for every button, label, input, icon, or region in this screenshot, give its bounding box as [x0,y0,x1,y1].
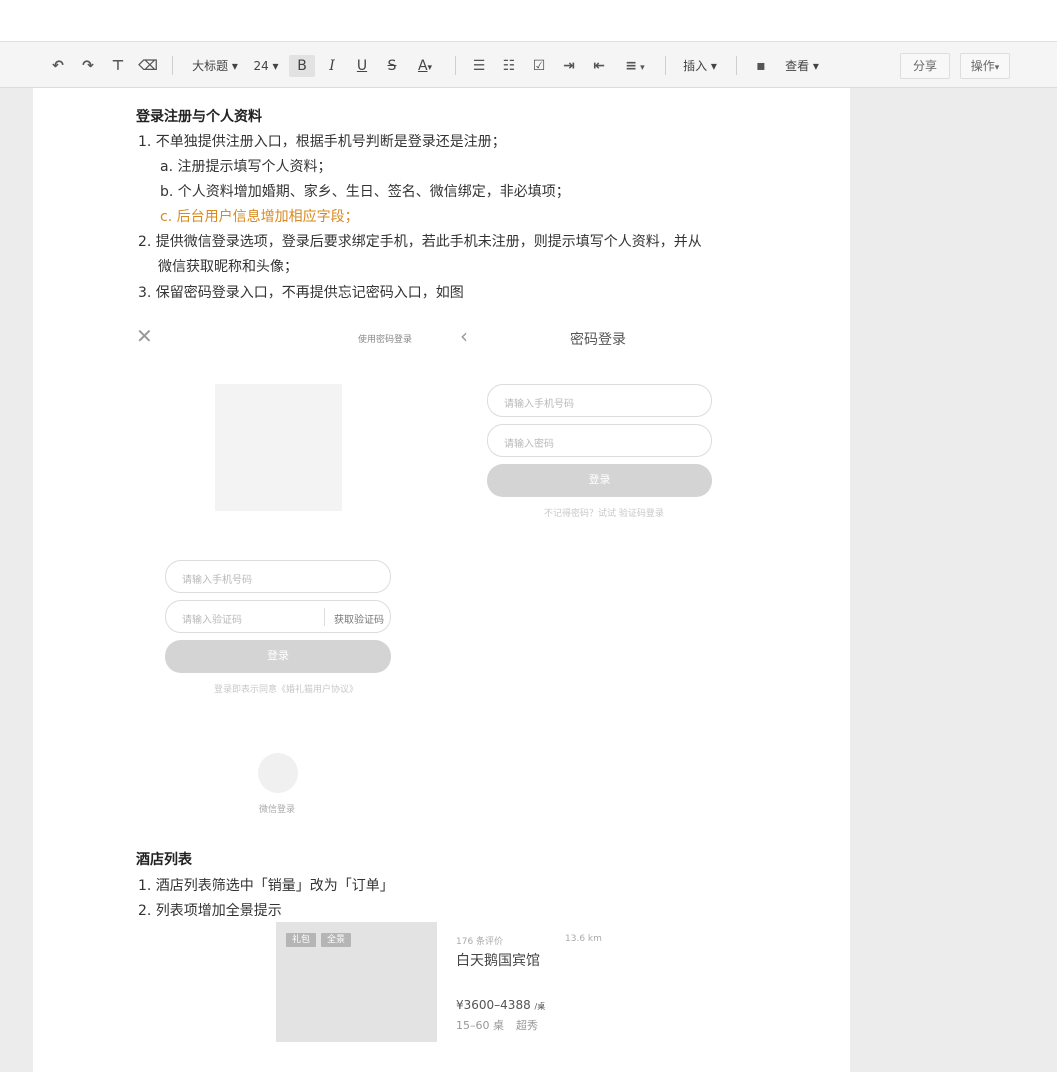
editor-toolbar: ↶ ↷ ⊤ ⌫ 大标题 ▾ 24 ▾ B I U S A▾ ☰ ☷ ☑ ⇥ ⇤ … [0,42,1057,88]
get-code-button: 获取验证码 [334,615,384,626]
font-color-button[interactable]: A▾ [410,55,440,77]
strikethrough-button[interactable]: S [380,55,404,77]
font-size-select[interactable]: 24 ▾ [250,55,282,77]
toolbar-divider [665,56,666,75]
undo-icon[interactable]: ↶ [48,55,68,77]
view-menu[interactable]: 查看 ▾ [780,55,824,77]
list-item: 3. 保留密码登录入口，不再提供忘记密码入口，如图 [138,285,464,301]
align-icon[interactable]: ≡ ▾ [618,55,652,77]
agreement-text: 登录即表示同意《婚礼猫用户协议》 [214,685,359,695]
list-item: 1. 不单独提供注册入口，根据手机号判断是登录还是注册； [138,134,506,150]
review-count: 176 条评价 [456,937,504,947]
ordered-list-icon[interactable]: ☰ [468,55,490,77]
eraser-icon[interactable]: ⌫ [138,55,158,77]
list-item: 2. 提供微信登录选项，登录后要求绑定手机，若此手机未注册，则提示填写个人资料，… [138,234,702,250]
logo-placeholder [215,384,342,511]
redo-icon[interactable]: ↷ [78,55,98,77]
list-item: a. 注册提示填写个人资料； [160,159,332,175]
close-icon: ✕ [136,324,153,348]
rating-label: 超秀 [516,1019,538,1032]
list-item-highlight: c. 后台用户信息增加相应字段； [160,209,359,225]
indent-icon[interactable]: ⇥ [558,55,580,77]
phone-input-mock: 请输入手机号码 [165,560,391,593]
phone-placeholder: 请输入手机号码 [504,399,574,410]
price-unit: /桌 [534,1002,546,1011]
bold-button[interactable]: B [289,55,315,77]
toolbar-divider [736,56,737,75]
password-login-link: 使用密码登录 [358,335,413,345]
list-item: b. 个人资料增加婚期、家乡、生日、签名、微信绑定，非必填项； [160,184,570,200]
panorama-tag: 全景 [321,933,351,947]
gift-tag: 礼包 [286,933,316,947]
wechat-icon [258,753,298,793]
phone-input-mock: 请输入手机号码 [487,384,712,417]
toolbar-divider [172,56,173,75]
outdent-icon[interactable]: ⇤ [588,55,610,77]
login-button-mock: 登录 [165,640,391,673]
section-heading-hotel-list: 酒店列表 [136,852,192,868]
comment-icon[interactable]: ▪ [750,55,772,77]
list-item: 2. 列表项增加全景提示 [138,903,282,919]
hotel-name: 白天鹅国宾馆 [456,953,540,969]
style-select-label: 大标题 [192,59,229,73]
style-select[interactable]: 大标题 ▾ [188,55,242,77]
table-count: 15–60 桌 [456,1019,504,1032]
insert-menu[interactable]: 插入 ▾ [678,55,722,77]
section-heading-login: 登录注册与个人资料 [136,109,262,125]
font-size-label: 24 [253,59,269,73]
top-bar [0,0,1057,42]
font-color-label: A [417,58,428,74]
toolbar-divider [455,56,456,75]
code-placeholder: 请输入验证码 [182,615,242,626]
checklist-icon[interactable]: ☑ [528,55,550,77]
password-placeholder: 请输入密码 [504,439,554,450]
bullet-list-icon[interactable]: ☷ [498,55,520,77]
phone-placeholder: 请输入手机号码 [182,575,252,586]
password-footer: 不记得密码？试试 验证码登录 [544,509,664,519]
password-input-mock: 请输入密码 [487,424,712,457]
back-icon: ‹ [460,324,468,348]
password-login-title: 密码登录 [570,332,626,348]
format-painter-icon[interactable]: ⊤ [108,55,128,77]
list-item: 1. 酒店列表筛选中「销量」改为「订单」 [138,878,394,894]
insert-menu-label: 插入 [683,59,708,73]
input-divider [324,608,325,626]
price-value: ¥3600–4388 [456,998,531,1012]
wechat-login-label: 微信登录 [259,805,296,815]
actions-button-label: 操作 [970,59,995,73]
code-input-mock: 请输入验证码 获取验证码 [165,600,391,633]
distance: 13.6 km [565,934,602,944]
underline-button[interactable]: U [350,55,374,77]
italic-button[interactable]: I [320,55,344,77]
price-range: ¥3600–4388 /桌 [456,998,545,1012]
view-menu-label: 查看 [785,59,810,73]
share-button[interactable]: 分享 [900,53,950,79]
actions-button[interactable]: 操作▾ [960,53,1010,79]
login-button-mock: 登录 [487,464,712,497]
table-capacity: 15–60 桌超秀 [456,1017,538,1033]
list-item-continuation: 微信获取昵称和头像； [158,259,298,275]
